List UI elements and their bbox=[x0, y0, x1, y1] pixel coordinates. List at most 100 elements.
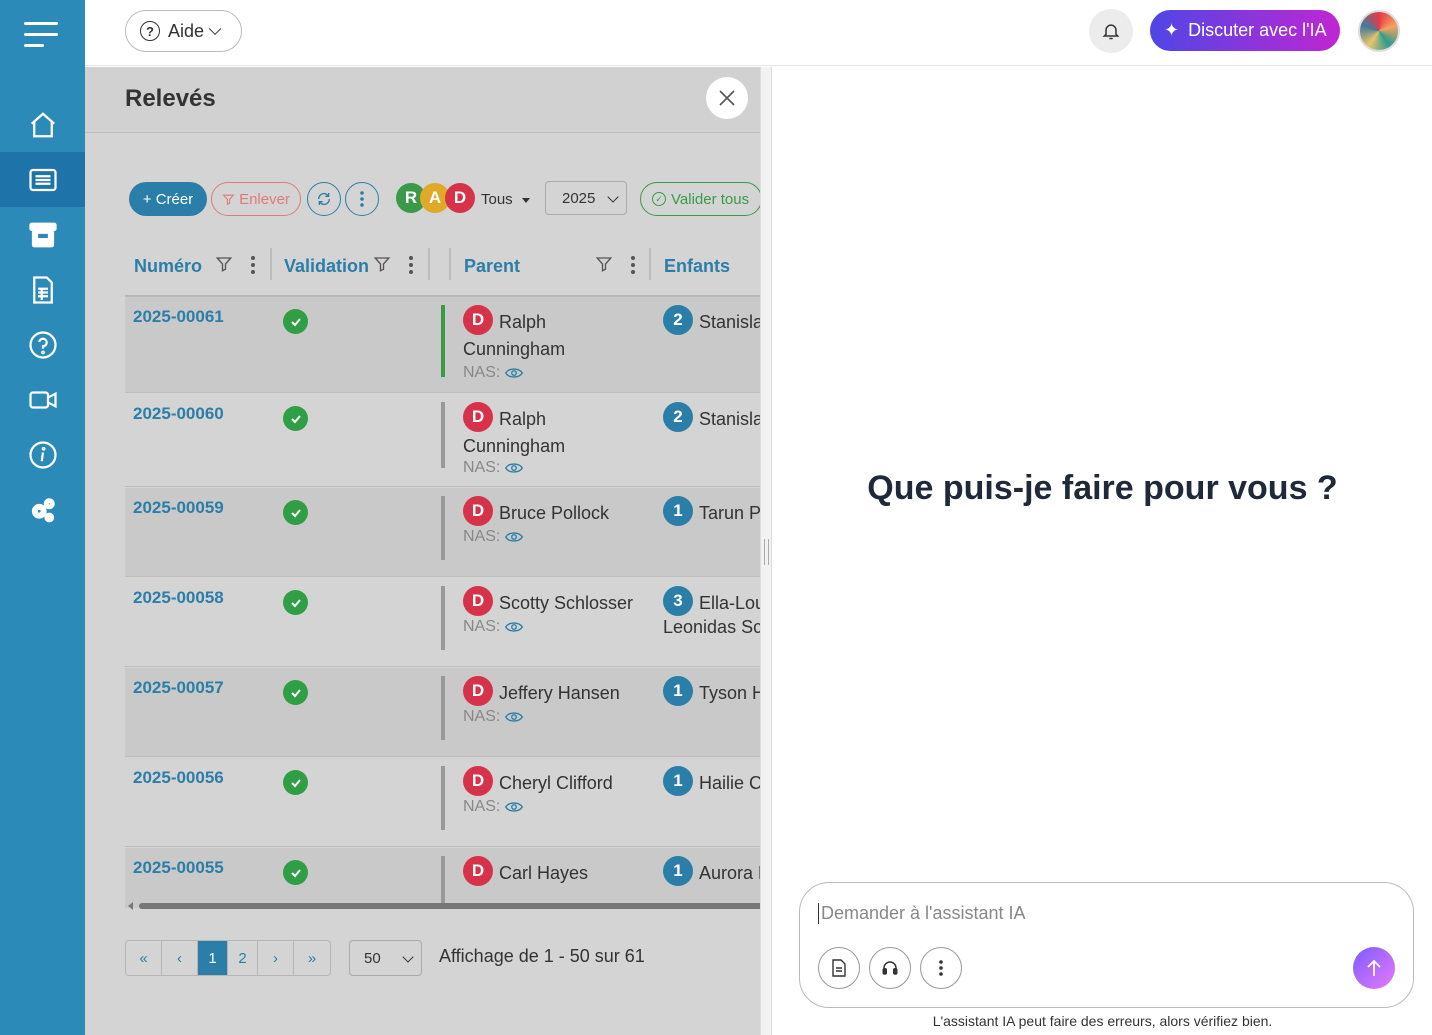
page-header: Relevés bbox=[85, 67, 760, 133]
horizontal-scrollbar[interactable] bbox=[125, 901, 760, 911]
year-select[interactable]: 2025 bbox=[545, 181, 627, 215]
column-header-validation[interactable]: Validation bbox=[284, 256, 369, 277]
status-badge-d[interactable]: D bbox=[445, 183, 475, 213]
parent-status-badge: D bbox=[463, 402, 493, 432]
table-row[interactable]: 2025-00058 Scotty Schlosser D NAS: Ella-… bbox=[125, 578, 760, 667]
menu-icon[interactable] bbox=[24, 22, 58, 48]
validate-all-label: Valider tous bbox=[671, 190, 750, 208]
ai-chat-panel: Que puis-je faire pour vous ? L'assistan… bbox=[773, 67, 1432, 1035]
page-size-select[interactable]: 50 bbox=[349, 940, 422, 976]
children-count-badge: 2 bbox=[663, 402, 693, 432]
eye-icon[interactable] bbox=[505, 711, 524, 723]
prev-page-button[interactable]: ‹ bbox=[162, 941, 198, 975]
video-icon[interactable] bbox=[0, 372, 85, 427]
filter-icon[interactable] bbox=[373, 255, 391, 273]
nas-field: NAS: bbox=[463, 364, 524, 382]
row-status-bar bbox=[441, 496, 445, 560]
validated-check-icon bbox=[283, 680, 308, 705]
column-header-parent[interactable]: Parent bbox=[464, 256, 520, 277]
more-options-button[interactable] bbox=[345, 182, 379, 216]
caret-down-icon[interactable] bbox=[522, 198, 530, 203]
column-menu-icon[interactable] bbox=[251, 256, 255, 277]
row-number-link[interactable]: 2025-00059 bbox=[133, 498, 224, 518]
page-title: Relevés bbox=[125, 85, 216, 112]
help-button[interactable]: ? Aide bbox=[125, 10, 242, 52]
row-status-bar bbox=[441, 305, 445, 377]
table-row[interactable]: 2025-00056 Cheryl Clifford D NAS: Hailie… bbox=[125, 758, 760, 847]
row-number-link[interactable]: 2025-00058 bbox=[133, 588, 224, 608]
ai-chat-button[interactable]: ✦ Discuter avec l'IA bbox=[1150, 10, 1340, 51]
refresh-button[interactable] bbox=[307, 182, 341, 216]
next-page-button[interactable]: › bbox=[258, 941, 294, 975]
refresh-icon bbox=[317, 192, 331, 206]
eye-icon[interactable] bbox=[505, 367, 524, 379]
close-icon[interactable] bbox=[706, 77, 748, 119]
column-resizer[interactable] bbox=[449, 248, 451, 280]
scroll-left-arrow-icon[interactable] bbox=[128, 902, 133, 910]
table-row[interactable]: 2025-00059 Bruce Pollock D NAS: Tarun P … bbox=[125, 488, 760, 577]
column-resizer[interactable] bbox=[428, 248, 430, 280]
send-button[interactable] bbox=[1353, 947, 1395, 989]
parent-status-badge: D bbox=[463, 676, 493, 706]
nas-field: NAS: bbox=[463, 708, 524, 726]
filter-icon[interactable] bbox=[595, 255, 613, 273]
table-row[interactable]: 2025-00055 Carl Hayes D Aurora H 1 bbox=[125, 848, 760, 908]
document-icon[interactable] bbox=[818, 947, 860, 989]
column-menu-icon[interactable] bbox=[409, 256, 413, 277]
chevron-down-icon bbox=[402, 951, 414, 963]
page-button-2[interactable]: 2 bbox=[228, 941, 258, 975]
chat-composer bbox=[799, 882, 1414, 1008]
filter-icon[interactable] bbox=[215, 255, 233, 273]
validated-check-icon bbox=[283, 406, 308, 431]
table-row[interactable]: 2025-00061 Ralph Cunningham D NAS: Stani… bbox=[125, 297, 760, 393]
chat-input[interactable] bbox=[818, 903, 1318, 924]
first-page-button[interactable]: « bbox=[126, 941, 162, 975]
status-filter-label[interactable]: Tous bbox=[481, 191, 513, 208]
parent-status-badge: D bbox=[463, 766, 493, 796]
settings-icon[interactable] bbox=[0, 482, 85, 537]
remove-filter-button[interactable]: Enlever bbox=[211, 182, 301, 216]
eye-icon[interactable] bbox=[505, 801, 524, 813]
eye-icon[interactable] bbox=[505, 621, 524, 633]
pagination-info: Affichage de 1 - 50 sur 61 bbox=[439, 946, 645, 966]
home-icon[interactable] bbox=[0, 97, 85, 152]
nas-label: NAS: bbox=[463, 528, 501, 545]
info-icon[interactable] bbox=[0, 427, 85, 482]
column-resizer[interactable] bbox=[270, 248, 272, 280]
ai-disclaimer: L'assistant IA peut faire des erreurs, a… bbox=[932, 1013, 1273, 1029]
page-button-1[interactable]: 1 bbox=[198, 941, 228, 975]
spreadsheet-icon[interactable] bbox=[0, 262, 85, 317]
more-vertical-icon[interactable] bbox=[920, 947, 962, 989]
validated-check-icon bbox=[283, 770, 308, 795]
row-number-link[interactable]: 2025-00057 bbox=[133, 678, 224, 698]
eye-icon[interactable] bbox=[505, 531, 524, 543]
column-resizer[interactable] bbox=[649, 248, 651, 280]
panel-splitter[interactable] bbox=[760, 67, 772, 1035]
drag-handle-icon[interactable] bbox=[764, 539, 769, 565]
column-header-numero[interactable]: Numéro bbox=[134, 256, 202, 277]
archive-icon[interactable] bbox=[0, 207, 85, 262]
list-icon[interactable] bbox=[0, 152, 85, 207]
row-number-link[interactable]: 2025-00060 bbox=[133, 404, 224, 424]
table-row[interactable]: 2025-00057 Jeffery Hansen D NAS: Tyson H… bbox=[125, 668, 760, 757]
headset-icon[interactable] bbox=[869, 947, 911, 989]
nas-field: NAS: bbox=[463, 618, 524, 636]
create-button[interactable]: + Créer bbox=[129, 182, 207, 216]
table-row[interactable]: 2025-00060 Ralph Cunningham D NAS: Stani… bbox=[125, 394, 760, 487]
avatar[interactable] bbox=[1358, 10, 1400, 52]
eye-icon[interactable] bbox=[505, 462, 524, 474]
last-page-button[interactable]: » bbox=[294, 941, 330, 975]
column-menu-icon[interactable] bbox=[631, 256, 635, 277]
row-number-link[interactable]: 2025-00055 bbox=[133, 858, 224, 878]
ai-chat-label: Discuter avec l'IA bbox=[1188, 20, 1327, 40]
validate-all-button[interactable]: ✓ Valider tous bbox=[640, 182, 760, 216]
row-status-bar bbox=[441, 676, 445, 740]
scrollbar-thumb[interactable] bbox=[139, 903, 760, 909]
bell-icon[interactable] bbox=[1089, 9, 1133, 53]
row-number-link[interactable]: 2025-00061 bbox=[133, 307, 224, 327]
row-number-link[interactable]: 2025-00056 bbox=[133, 768, 224, 788]
validated-check-icon bbox=[283, 309, 308, 334]
help-icon[interactable] bbox=[0, 317, 85, 372]
column-header-enfants[interactable]: Enfants bbox=[664, 256, 730, 277]
parent-status-badge: D bbox=[463, 496, 493, 526]
